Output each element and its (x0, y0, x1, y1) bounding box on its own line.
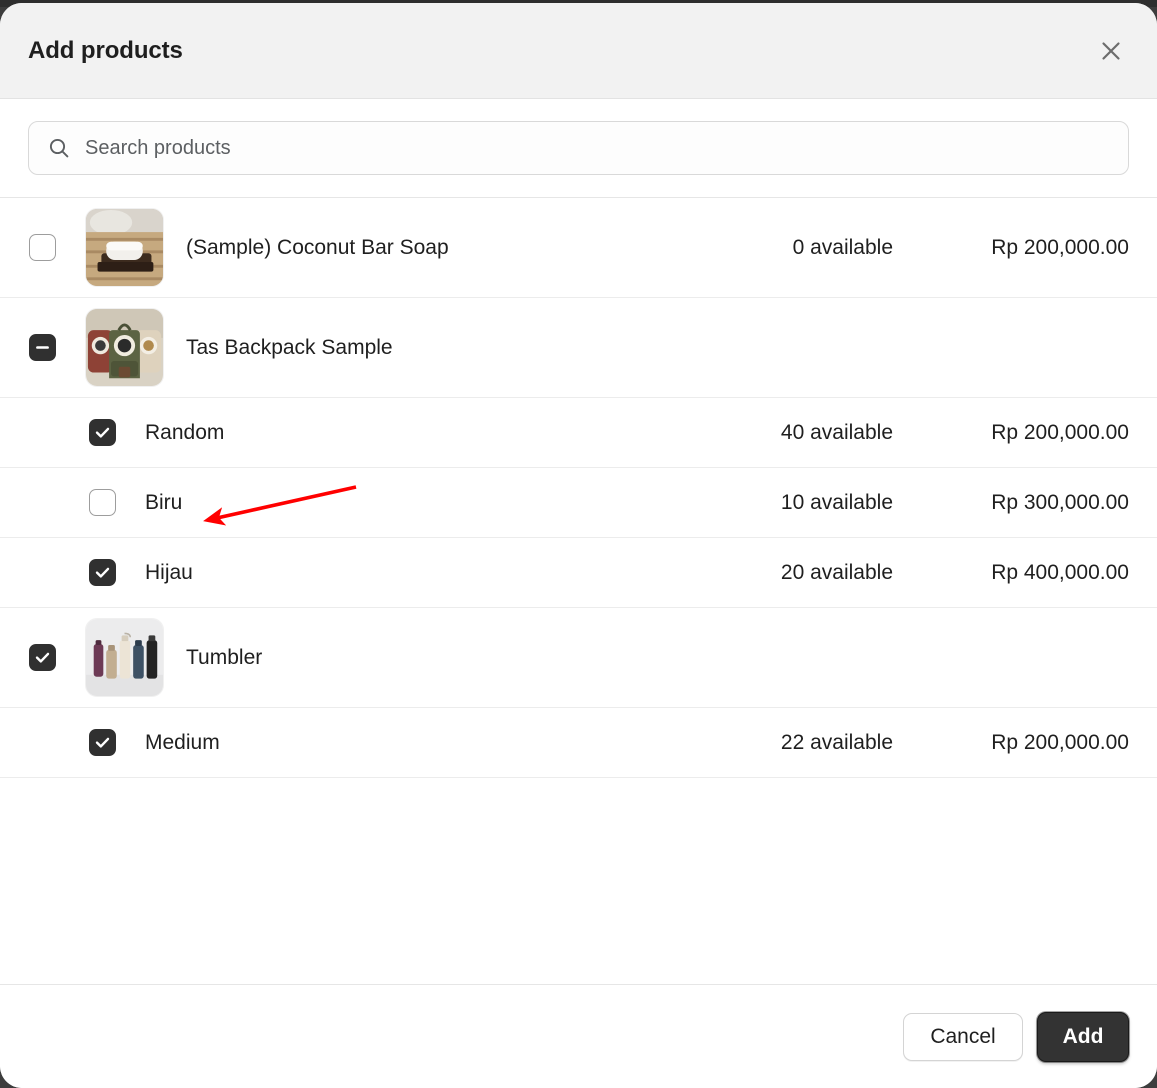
add-button[interactable]: Add (1037, 1011, 1129, 1062)
variant-name: Medium (145, 730, 220, 754)
row-checkbox[interactable] (29, 234, 56, 261)
row-checkbox-cell (0, 234, 85, 261)
variant-name: Hijau (145, 560, 193, 584)
availability: 22 available (780, 730, 893, 754)
variant-name: Random (145, 420, 225, 444)
table-row[interactable]: (Sample) Coconut Bar Soap 0 available Rp… (0, 198, 1157, 298)
row-checkbox-cell (0, 644, 85, 671)
modal-footer: Cancel Add (0, 984, 1157, 1088)
row-checkbox-cell (0, 334, 85, 361)
modal-header: Add products (0, 3, 1157, 99)
row-checkbox-cell (0, 559, 145, 586)
table-row[interactable]: Medium 22 available Rp 200,000.00 (0, 708, 1157, 778)
variant-name: Biru (145, 490, 183, 514)
row-checkbox-cell (0, 729, 145, 756)
availability: 40 available (780, 420, 893, 444)
row-checkbox[interactable] (89, 729, 116, 756)
tumbler-thumbnail (85, 618, 164, 697)
product-name: Tas Backpack Sample (186, 335, 393, 359)
row-checkbox-cell (0, 489, 145, 516)
row-checkbox[interactable] (89, 419, 116, 446)
table-row[interactable]: Hijau 20 available Rp 400,000.00 (0, 538, 1157, 608)
table-row[interactable]: Tumbler (0, 608, 1157, 708)
price: Rp 200,000.00 (991, 420, 1129, 444)
search-icon (47, 136, 71, 160)
search-section (0, 99, 1157, 198)
product-list: (Sample) Coconut Bar Soap 0 available Rp… (0, 198, 1157, 984)
table-row[interactable]: Biru 10 available Rp 300,000.00 (0, 468, 1157, 538)
product-name: Tumbler (186, 645, 263, 669)
tas-backpack-thumbnail (85, 308, 164, 387)
page-title: Add products (28, 36, 183, 64)
availability: 20 available (780, 560, 893, 584)
search-box[interactable] (28, 121, 1129, 175)
close-button[interactable] (1091, 31, 1131, 71)
row-checkbox[interactable] (29, 334, 56, 361)
price: Rp 200,000.00 (991, 235, 1129, 259)
row-checkbox[interactable] (29, 644, 56, 671)
row-checkbox-cell (0, 419, 145, 446)
table-row[interactable]: Random 40 available Rp 200,000.00 (0, 398, 1157, 468)
coconut-bar-soap-thumbnail (85, 208, 164, 287)
add-products-modal: Add products Search products (Sample) Co… (0, 3, 1157, 1088)
price: Rp 200,000.00 (991, 730, 1129, 754)
product-name: (Sample) Coconut Bar Soap (186, 235, 449, 259)
row-checkbox[interactable] (89, 559, 116, 586)
cancel-button[interactable]: Cancel (903, 1012, 1023, 1061)
price: Rp 300,000.00 (991, 490, 1129, 514)
row-checkbox[interactable] (89, 489, 116, 516)
price: Rp 400,000.00 (991, 560, 1129, 584)
close-icon (1098, 38, 1124, 64)
search-input[interactable] (85, 136, 1110, 160)
table-row[interactable]: Tas Backpack Sample (0, 298, 1157, 398)
availability: 0 available (792, 235, 893, 259)
availability: 10 available (780, 490, 893, 514)
